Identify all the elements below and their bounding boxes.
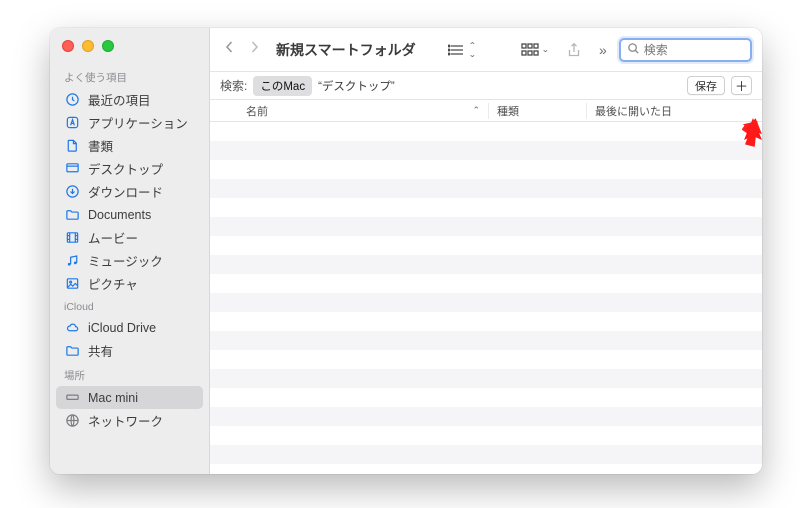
- search-icon: [627, 42, 640, 58]
- sidebar: よく使う項目 最近の項目 アプリケーション 書類 デスクトップ ダウンロード D…: [50, 28, 210, 474]
- column-kind[interactable]: 種類: [488, 103, 586, 119]
- column-name[interactable]: 名前 ⌃: [210, 103, 488, 119]
- list-row: [210, 312, 762, 331]
- sort-caret-icon: ⌃: [472, 105, 480, 116]
- toolbar: 新規スマートフォルダ ⌃⌄ ⌄ »: [210, 28, 762, 72]
- column-date[interactable]: 最後に開いた日: [586, 103, 762, 119]
- sidebar-item-shared[interactable]: 共有: [50, 339, 209, 362]
- group-by-button[interactable]: ⌄: [517, 40, 553, 60]
- sidebar-item-movies[interactable]: ムービー: [50, 226, 209, 249]
- doc-icon: [64, 138, 80, 154]
- list-row: [210, 293, 762, 312]
- scope-this-mac[interactable]: このMac: [253, 76, 312, 96]
- list-row: [210, 179, 762, 198]
- sidebar-item-downloads[interactable]: ダウンロード: [50, 180, 209, 203]
- sidebar-item-documents[interactable]: 書類: [50, 134, 209, 157]
- list-row: [210, 236, 762, 255]
- app-icon: [64, 115, 80, 131]
- save-button[interactable]: 保存: [687, 76, 725, 95]
- close-icon[interactable]: [62, 40, 74, 52]
- sidebar-section-icloud: iCloud: [50, 295, 209, 316]
- network-icon: [64, 413, 80, 429]
- list-row: [210, 274, 762, 293]
- minimize-icon[interactable]: [82, 40, 94, 52]
- sidebar-item-icloud-drive[interactable]: iCloud Drive: [50, 316, 209, 339]
- list-row: [210, 426, 762, 445]
- share-icon: [565, 42, 583, 58]
- search-field[interactable]: [619, 38, 752, 62]
- sidebar-section-favorites: よく使う項目: [50, 64, 209, 88]
- sidebar-item-documents-en[interactable]: Documents: [50, 203, 209, 226]
- grid-icon: [521, 42, 539, 58]
- list-view-icon: [448, 42, 466, 58]
- list-row: [210, 122, 762, 141]
- add-criteria-button[interactable]: ＋: [731, 76, 752, 95]
- sidebar-item-mac-mini[interactable]: Mac mini: [56, 386, 203, 409]
- folder-icon: [64, 207, 80, 223]
- list-row: [210, 388, 762, 407]
- list-row: [210, 217, 762, 236]
- scope-label: 検索:: [220, 77, 247, 94]
- share-button[interactable]: [561, 40, 587, 60]
- nav-controls: [220, 39, 264, 60]
- forward-button[interactable]: [249, 39, 260, 60]
- desktop-icon: [64, 161, 80, 177]
- movie-icon: [64, 230, 80, 246]
- list-row: [210, 331, 762, 350]
- sidebar-item-pictures[interactable]: ピクチャ: [50, 272, 209, 295]
- scope-bar: 検索: このMac “デスクトップ” 保存 ＋: [210, 72, 762, 100]
- chevron-updown-icon: ⌃⌄: [468, 41, 476, 59]
- search-input[interactable]: [644, 43, 762, 57]
- sidebar-item-network[interactable]: ネットワーク: [50, 409, 209, 432]
- list-row: [210, 141, 762, 160]
- sidebar-item-music[interactable]: ミュージック: [50, 249, 209, 272]
- sidebar-section-locations: 場所: [50, 362, 209, 386]
- music-icon: [64, 253, 80, 269]
- back-button[interactable]: [224, 39, 235, 60]
- window-controls: [50, 36, 209, 64]
- view-mode-button[interactable]: ⌃⌄: [444, 39, 480, 61]
- scope-desktop[interactable]: “デスクトップ”: [318, 78, 395, 94]
- main-content: 新規スマートフォルダ ⌃⌄ ⌄ » 検索: このMac: [210, 28, 762, 474]
- download-icon: [64, 184, 80, 200]
- list-row: [210, 350, 762, 369]
- results-list: [210, 122, 762, 474]
- finder-window: よく使う項目 最近の項目 アプリケーション 書類 デスクトップ ダウンロード D…: [50, 28, 762, 474]
- list-row: [210, 160, 762, 179]
- zoom-icon[interactable]: [102, 40, 114, 52]
- list-row: [210, 407, 762, 426]
- cloud-icon: [64, 320, 80, 336]
- window-title: 新規スマートフォルダ: [276, 40, 416, 60]
- list-row: [210, 445, 762, 464]
- picture-icon: [64, 276, 80, 292]
- computer-icon: [64, 390, 80, 406]
- list-row: [210, 369, 762, 388]
- chevron-down-icon: ⌄: [542, 45, 550, 54]
- sidebar-item-desktop[interactable]: デスクトップ: [50, 157, 209, 180]
- shared-folder-icon: [64, 343, 80, 359]
- list-row: [210, 255, 762, 274]
- overflow-button[interactable]: »: [595, 42, 611, 58]
- list-row: [210, 198, 762, 217]
- sidebar-item-recents[interactable]: 最近の項目: [50, 88, 209, 111]
- clock-icon: [64, 92, 80, 108]
- sidebar-item-applications[interactable]: アプリケーション: [50, 111, 209, 134]
- column-headers: 名前 ⌃ 種類 最後に開いた日: [210, 100, 762, 122]
